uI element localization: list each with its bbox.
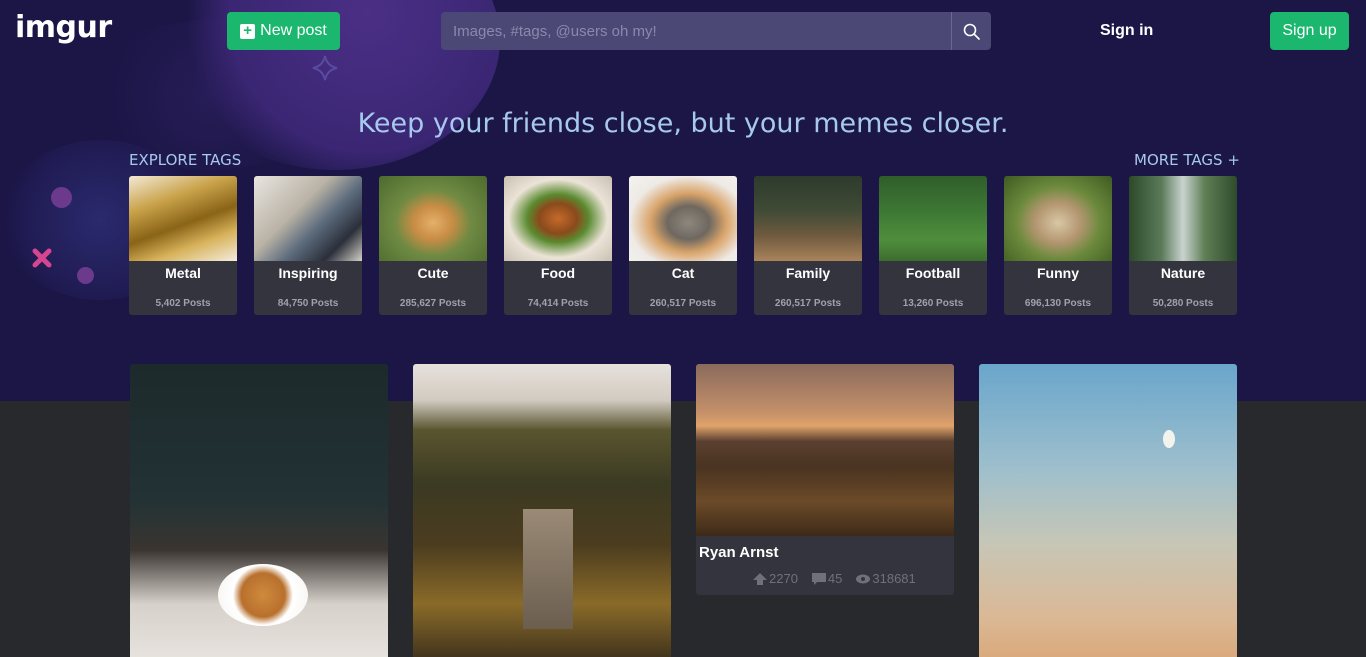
tag-card-football[interactable]: Football 13,260 Posts	[879, 176, 987, 315]
post-title: Ryan Arnst	[699, 544, 779, 561]
post-image	[696, 364, 954, 536]
imgur-logo[interactable]: imgur	[15, 10, 112, 45]
tag-card-family[interactable]: Family 260,517 Posts	[754, 176, 862, 315]
decorative-cross-icon	[32, 248, 52, 268]
tag-post-count: 13,260 Posts	[902, 298, 964, 309]
decorative-dot	[51, 187, 72, 208]
post-stats: 2270 45 318681	[753, 571, 916, 586]
explore-tags-heading: EXPLORE TAGS	[129, 151, 242, 169]
tag-card-funny[interactable]: Funny 696,130 Posts	[1004, 176, 1112, 315]
tag-thumbnail	[379, 176, 487, 261]
tag-name: Cute	[417, 265, 449, 281]
tag-card-food[interactable]: Food 74,414 Posts	[504, 176, 612, 315]
decorative-dot	[77, 267, 94, 284]
upvote-stat[interactable]: 2270	[753, 571, 798, 586]
tag-name: Food	[540, 265, 576, 281]
tag-post-count: 260,517 Posts	[774, 298, 842, 309]
tag-thumbnail	[129, 176, 237, 261]
upvote-icon	[753, 572, 767, 585]
tag-post-count: 696,130 Posts	[1024, 298, 1092, 309]
comment-icon	[811, 572, 826, 585]
tag-post-count: 50,280 Posts	[1152, 298, 1214, 309]
post-card-moon-sky[interactable]	[979, 364, 1237, 657]
tag-post-count: 74,414 Posts	[527, 298, 589, 309]
post-card-coffee[interactable]	[130, 364, 388, 657]
eye-icon	[856, 574, 871, 583]
tag-name: Cat	[671, 265, 695, 281]
tag-thumbnail	[504, 176, 612, 261]
sign-in-link[interactable]: Sign in	[1100, 22, 1153, 40]
tag-post-count: 285,627 Posts	[399, 298, 467, 309]
post-image	[523, 509, 573, 629]
tag-name: Funny	[1037, 265, 1079, 281]
comment-stat[interactable]: 45	[811, 571, 843, 586]
post-card-ryan-arnst[interactable]: Ryan Arnst 2270 45 318681	[696, 364, 954, 595]
tag-list: Metal 5,402 Posts Inspiring 84,750 Posts…	[129, 176, 1237, 315]
tag-card-inspiring[interactable]: Inspiring 84,750 Posts	[254, 176, 362, 315]
tag-thumbnail	[629, 176, 737, 261]
tag-name: Inspiring	[278, 265, 338, 281]
comment-count: 45	[827, 571, 843, 586]
tag-name: Nature	[1160, 265, 1206, 281]
search-bar	[441, 12, 991, 50]
decorative-sparkle-icon	[312, 55, 338, 81]
tag-card-nature[interactable]: Nature 50,280 Posts	[1129, 176, 1237, 315]
search-button[interactable]	[951, 12, 991, 50]
tag-post-count: 5,402 Posts	[155, 298, 211, 309]
tag-name: Family	[785, 265, 831, 281]
upvote-count: 2270	[769, 571, 798, 586]
view-count: 318681	[872, 571, 916, 586]
tag-card-cat[interactable]: Cat 260,517 Posts	[629, 176, 737, 315]
tag-thumbnail	[879, 176, 987, 261]
more-tags-link[interactable]: MORE TAGS +	[1134, 151, 1240, 169]
tag-thumbnail	[254, 176, 362, 261]
tag-thumbnail	[1004, 176, 1112, 261]
tag-post-count: 84,750 Posts	[277, 298, 339, 309]
hero-banner: imgur + New post Sign in Sign up Keep yo…	[0, 0, 1366, 401]
views-stat: 318681	[856, 571, 916, 586]
plus-icon: +	[240, 23, 256, 39]
search-input[interactable]	[441, 12, 951, 50]
hero-tagline: Keep your friends close, but your memes …	[357, 108, 1009, 139]
sign-up-button[interactable]: Sign up	[1270, 12, 1349, 50]
moon-image	[1163, 430, 1175, 448]
tag-post-count: 260,517 Posts	[649, 298, 717, 309]
post-image	[218, 564, 308, 626]
new-post-label: New post	[260, 22, 327, 39]
tag-name: Football	[905, 265, 961, 281]
post-card-castle[interactable]	[413, 364, 671, 657]
new-post-button[interactable]: + New post	[227, 12, 340, 50]
search-icon	[963, 23, 980, 40]
tag-thumbnail	[1129, 176, 1237, 261]
tag-card-cute[interactable]: Cute 285,627 Posts	[379, 176, 487, 315]
tag-thumbnail	[754, 176, 862, 261]
tag-name: Metal	[165, 265, 201, 281]
tag-card-metal[interactable]: Metal 5,402 Posts	[129, 176, 237, 315]
